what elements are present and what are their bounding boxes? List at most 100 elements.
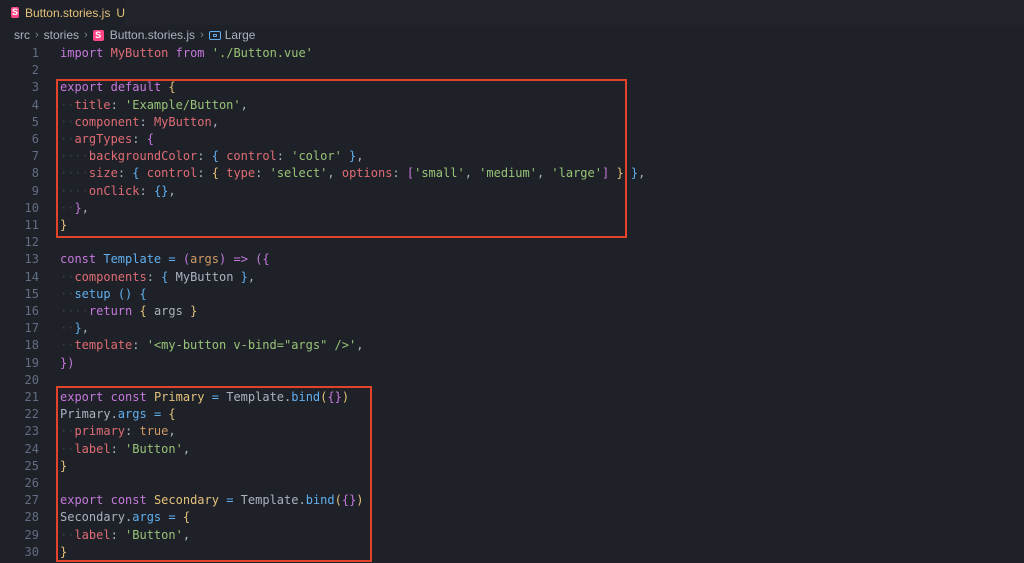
code-token: }	[74, 200, 82, 215]
code-token: control	[226, 149, 277, 164]
code-text: ··components: { MyButton },	[60, 269, 255, 286]
code-token: :	[132, 132, 147, 146]
code-token: backgroundColor	[88, 149, 198, 164]
code-text: export const Primary = Template.bind({})	[60, 389, 349, 406]
line-number: 25	[24, 458, 39, 473]
code-token: ··	[60, 286, 75, 301]
code-line[interactable]: 19})	[0, 355, 1024, 372]
code-line[interactable]: 26	[0, 475, 1024, 492]
code-line[interactable]: 21 export const Primary = Template.bind({…	[0, 389, 1024, 406]
code-line[interactable]: 24 ··label: 'Button',	[0, 441, 1024, 458]
code-line[interactable]: 10 ··},	[0, 200, 1024, 217]
code-line[interactable]: 23 ··primary: true,	[0, 423, 1024, 440]
storybook-icon: S	[11, 7, 19, 18]
code-line[interactable]: 7 ····backgroundColor: { control: 'color'…	[0, 148, 1024, 165]
code-line[interactable]: 13 const Template = (args) => ({	[0, 251, 1024, 268]
code-text: export default {	[60, 79, 176, 96]
code-text: ··label: 'Button',	[60, 527, 190, 544]
breadcrumb-item-file[interactable]: S Button.stories.js	[92, 28, 195, 42]
code-line[interactable]: 22 Primary.args = {	[0, 406, 1024, 423]
code-line[interactable]: 5 ··component: MyButton,	[0, 114, 1024, 131]
code-token: export	[60, 390, 104, 404]
code-token: Primary.	[60, 407, 118, 422]
code-token: =	[168, 252, 176, 267]
code-token: control	[146, 166, 198, 181]
code-token: title	[74, 97, 111, 112]
code-line[interactable]: 12	[0, 234, 1024, 251]
breadcrumb-item-src[interactable]: src	[14, 28, 30, 42]
code-token: :	[110, 527, 126, 542]
code-token: MyButton	[153, 114, 212, 129]
code-token: ··	[60, 114, 75, 129]
code-line[interactable]: 25}	[0, 458, 1024, 475]
code-line[interactable]: 27 export const Secondary = Template.bind…	[0, 492, 1024, 509]
line-number: 9	[31, 183, 39, 198]
code-token: args	[190, 252, 219, 267]
code-text: ····size: { control: { type: 'select', o…	[60, 165, 645, 182]
code-token: export	[60, 80, 104, 95]
code-text: ··template: '<my-button v-bind="args" />…	[60, 337, 363, 354]
code-line[interactable]: 28 Secondary.args = {	[0, 509, 1024, 526]
code-token: args	[117, 407, 147, 422]
code-token: :	[110, 441, 126, 456]
code-line[interactable]: 9 ····onClick: {},	[0, 183, 1024, 200]
code-text: ··argTypes: {	[60, 131, 154, 148]
code-token: {	[211, 149, 219, 164]
breadcrumb-item-symbol[interactable]: Large	[208, 28, 255, 42]
code-token: type	[226, 166, 256, 181]
code-line[interactable]: 29 ··label: 'Button',	[0, 527, 1024, 544]
code-line[interactable]: 20	[0, 372, 1024, 389]
code-token: onClick	[88, 183, 140, 198]
code-line[interactable]: 4 ··title: 'Example/Button',	[0, 97, 1024, 114]
code-line[interactable]: 18 ··template: '<my-button v-bind="args" …	[0, 337, 1024, 354]
code-token: :	[132, 338, 147, 353]
code-text: ··},	[60, 200, 89, 217]
tab-button-stories[interactable]: S Button.stories.js U	[0, 0, 125, 25]
line-number: 4	[31, 97, 39, 112]
code-line[interactable]: 11}	[0, 217, 1024, 234]
code-token: ····	[60, 304, 89, 318]
code-line[interactable]: 17 ··},	[0, 320, 1024, 337]
code-line[interactable]: 8 ····size: { control: { type: 'select', …	[0, 165, 1024, 182]
code-editor[interactable]: 1 import MyButton from './Button.vue' 2 3 ex…	[0, 45, 1024, 563]
code-token: 'Example/Button'	[125, 97, 241, 112]
code-token: export	[60, 493, 104, 508]
line-number: 21	[24, 390, 39, 404]
code-line[interactable]: 3 export default {	[0, 79, 1024, 96]
code-token: ····	[60, 183, 89, 198]
code-token: :	[110, 97, 126, 112]
code-line[interactable]: 14 ··components: { MyButton },	[0, 269, 1024, 286]
code-line[interactable]: 15 ··setup () {	[0, 286, 1024, 303]
code-token: ,	[211, 114, 219, 129]
untracked-badge: U	[116, 5, 125, 20]
chevron-right-icon: ›	[35, 29, 39, 41]
code-token: }	[74, 321, 82, 336]
code-token: ··	[60, 321, 75, 336]
code-token: 'large'	[551, 166, 602, 181]
code-token: template	[74, 338, 133, 353]
code-token: :	[197, 166, 212, 181]
code-text: ····onClick: {},	[60, 183, 176, 200]
code-token: {	[139, 286, 147, 301]
storybook-icon: S	[92, 29, 104, 41]
code-line[interactable]: 6 ··argTypes: {	[0, 131, 1024, 148]
code-line[interactable]: 16 ····return { args }	[0, 303, 1024, 320]
code-token: ,	[638, 166, 646, 181]
code-token: ,	[182, 441, 191, 456]
code-line[interactable]: 1 import MyButton from './Button.vue'	[0, 45, 1024, 62]
code-token: ()	[117, 286, 133, 301]
tab-title: Button.stories.js	[24, 5, 111, 20]
code-line[interactable]: 2	[0, 62, 1024, 79]
code-token: ,	[182, 527, 191, 542]
breadcrumb-item-stories[interactable]: stories	[44, 28, 79, 42]
code-token: )	[341, 390, 350, 404]
line-number: 5	[31, 114, 39, 129]
code-token: size	[88, 166, 118, 181]
line-number: 16	[24, 304, 39, 318]
code-line[interactable]: 30}	[0, 544, 1024, 561]
